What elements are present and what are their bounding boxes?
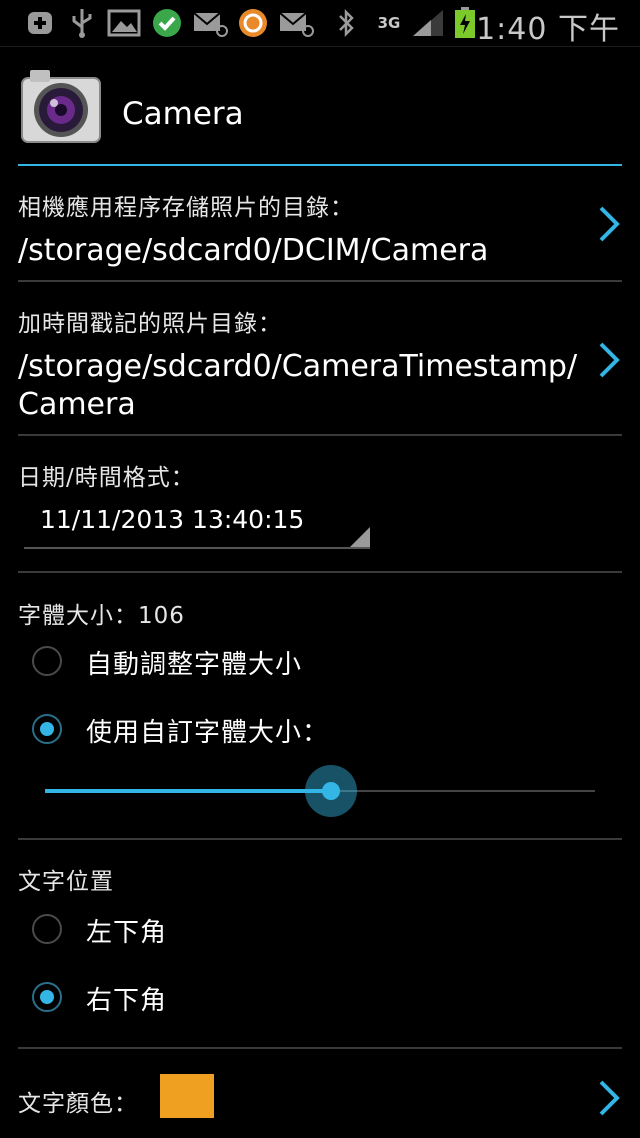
text-color-swatch[interactable]: [160, 1074, 214, 1118]
network-type: 3G: [377, 14, 401, 32]
chevron-right-icon[interactable]: [596, 204, 622, 244]
bottom-left-label: 左下角: [86, 918, 168, 948]
date-format-dropdown[interactable]: 11/11/2013 13:40:15: [24, 505, 370, 549]
radio-custom-font-size[interactable]: [32, 714, 62, 744]
custom-font-size-label: 使用自訂字體大小：: [86, 718, 330, 748]
timestamp-directory-setting[interactable]: 加時間戳記的照片目錄： /storage/sdcard0/CameraTimes…: [18, 304, 622, 430]
text-position-label: 文字位置: [18, 869, 114, 895]
app-header: Camera: [18, 62, 622, 162]
divider: [18, 571, 622, 573]
timestamp-directory-value-line2: Camera: [18, 387, 136, 422]
divider: [18, 838, 622, 840]
app-icon: [236, 6, 270, 40]
dropdown-corner-icon: [350, 527, 370, 547]
radio-auto-font-size[interactable]: [32, 646, 62, 676]
camera-directory-label: 相機應用程序存儲照片的目錄：: [18, 195, 354, 221]
date-format-setting: 日期/時間格式：: [18, 458, 622, 492]
timestamp-directory-label: 加時間戳記的照片目錄：: [18, 311, 282, 337]
date-format-value: 11/11/2013 13:40:15: [40, 505, 305, 534]
radio-bottom-left[interactable]: [32, 914, 62, 944]
mail-icon: [192, 6, 228, 40]
chevron-right-icon[interactable]: [596, 340, 622, 380]
signal-icon: [410, 6, 446, 40]
font-size-label: 字體大小：106: [18, 603, 185, 629]
check-icon: [150, 6, 184, 40]
camera-directory-setting[interactable]: 相機應用程序存儲照片的目錄： /storage/sdcard0/DCIM/Cam…: [18, 188, 622, 280]
camera-directory-value: /storage/sdcard0/DCIM/Camera: [18, 233, 489, 268]
bluetooth-icon: [334, 6, 358, 40]
divider: [18, 434, 622, 436]
bottom-right-label: 右下角: [86, 986, 168, 1016]
font-size-slider-fill: [45, 789, 331, 793]
usb-icon: [66, 6, 98, 40]
text-color-label: 文字顏色：: [18, 1091, 138, 1117]
timestamp-directory-value-line1: /storage/sdcard0/CameraTimestamp/: [18, 349, 578, 384]
page-title: Camera: [122, 96, 244, 132]
text-position-setting: 文字位置: [18, 862, 622, 896]
gallery-icon: [106, 6, 142, 40]
font-size-setting: 字體大小：106: [18, 596, 622, 630]
font-size-slider-thumb[interactable]: [322, 782, 340, 800]
radio-bottom-right[interactable]: [32, 982, 62, 1012]
battery-icon: [452, 6, 478, 40]
date-format-label: 日期/時間格式：: [18, 465, 195, 491]
auto-font-size-label: 自動調整字體大小: [86, 650, 303, 680]
add-icon: [22, 6, 58, 40]
header-divider: [18, 164, 622, 166]
mail-icon: [278, 6, 314, 40]
status-bar: 3G 1:40 下午: [0, 0, 640, 47]
divider: [18, 1047, 622, 1049]
text-color-setting[interactable]: 文字顏色：: [18, 1084, 622, 1118]
clock: 1:40 下午: [476, 12, 620, 47]
divider: [18, 280, 622, 282]
camera-app-icon: [18, 64, 104, 146]
chevron-right-icon[interactable]: [596, 1078, 622, 1118]
